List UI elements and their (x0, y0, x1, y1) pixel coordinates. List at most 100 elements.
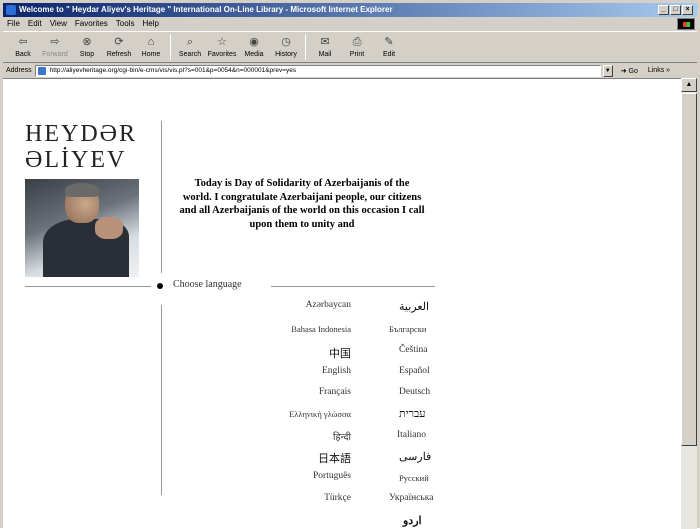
language-link-italiano[interactable]: Italiano (397, 430, 426, 440)
media-icon: ◉ (249, 36, 259, 48)
toolbar-separator (305, 34, 306, 60)
divider-vertical (161, 121, 162, 273)
address-url: http://aliyevheritage.org/cgi-bin/e-cms/… (49, 66, 297, 74)
edit-label: Edit (382, 51, 396, 58)
page-icon (37, 66, 46, 75)
menu-help[interactable]: Help (142, 18, 158, 30)
mail-button[interactable]: ✉ Mail (309, 32, 341, 59)
favorites-button[interactable]: ☆ Favorites (206, 32, 238, 59)
favorites-icon: ☆ (217, 36, 227, 48)
print-icon: ⎙ (352, 36, 362, 48)
language-link-urdu[interactable]: اردو (403, 514, 422, 527)
menu-bar: File Edit View Favorites Tools Help (3, 18, 697, 30)
media-button[interactable]: ◉ Media (238, 32, 270, 59)
scroll-thumb[interactable] (681, 93, 697, 446)
forward-button[interactable]: ⇨ Forward (39, 32, 71, 59)
language-link-deutsch[interactable]: Deutsch (399, 387, 430, 397)
history-label: History (275, 51, 297, 58)
history-icon: ◷ (281, 36, 291, 48)
mail-label: Mail (318, 51, 332, 58)
language-link-greek[interactable]: Ελληνική γλώσσα (191, 409, 351, 419)
language-link-arabic[interactable]: العربية (399, 300, 429, 313)
toolbar-separator (170, 34, 171, 60)
search-button[interactable]: ⌕ Search (174, 32, 206, 59)
stop-label: Stop (79, 51, 95, 58)
scroll-up-button[interactable]: ▲ (681, 78, 697, 92)
language-link-russian[interactable]: Русский (399, 473, 429, 483)
search-icon: ⌕ (186, 36, 194, 48)
back-label: Back (15, 51, 31, 58)
language-link-espanol[interactable]: Español (399, 366, 430, 376)
maximize-button[interactable]: □ (670, 5, 681, 15)
toolbar: ⇦ Back ⇨ Forward ⊗ Stop ⟳ Refresh ⌂ Home ⌕ Sea… (3, 31, 697, 63)
mail-icon: ✉ (320, 36, 330, 48)
language-link-turkce[interactable]: Türkçe (191, 493, 351, 503)
address-label: Address (6, 67, 32, 74)
refresh-label: Refresh (106, 51, 132, 58)
address-input[interactable]: http://aliyevheritage.org/cgi-bin/e-cms/… (34, 64, 601, 77)
language-link-azerbaycan[interactable]: Azərbaycan (191, 300, 351, 310)
home-label: Home (141, 51, 161, 58)
forward-label: Forward (42, 51, 68, 58)
menu-file[interactable]: File (7, 18, 20, 30)
language-link-portugues[interactable]: Português (191, 471, 351, 481)
address-bar: Address http://aliyevheritage.org/cgi-bi… (3, 64, 697, 77)
divider-vertical-lower (161, 305, 162, 495)
bullet-icon (157, 283, 163, 289)
refresh-icon: ⟳ (114, 36, 124, 48)
language-link-ukrainian[interactable]: Українська (389, 493, 433, 503)
language-link-japanese[interactable]: 日本語 (191, 450, 351, 466)
back-button[interactable]: ⇦ Back (7, 32, 39, 59)
print-button[interactable]: ⎙ Print (341, 32, 373, 59)
links-button[interactable]: Links » (648, 67, 670, 74)
close-button[interactable]: × (682, 5, 693, 15)
language-link-hindi[interactable]: हिन्दी (191, 430, 351, 443)
go-label: Go (628, 67, 638, 75)
portrait-hand (95, 217, 123, 239)
stop-button[interactable]: ⊗ Stop (71, 32, 103, 59)
language-link-bulgarian[interactable]: Български (389, 324, 426, 334)
logo-line-2: ƏLİYEV (25, 147, 127, 173)
logo-line-1: HEYDƏR (25, 121, 137, 147)
vertical-scrollbar[interactable]: ▲ (681, 78, 697, 529)
language-link-cestina[interactable]: Čeština (399, 345, 428, 355)
address-dropdown-button[interactable]: ▼ (602, 64, 613, 77)
portrait-image (25, 179, 139, 277)
language-link-hebrew[interactable]: עברית (399, 408, 426, 420)
language-link-chinese[interactable]: 中国 (191, 345, 351, 361)
language-link-farsi[interactable]: فارسی (399, 450, 431, 463)
page-content: HEYDƏR ƏLİYEV Today is Day of Solidarity… (3, 78, 681, 529)
browser-window: Welcome to " Heydar Aliyev's Heritage " … (0, 0, 700, 529)
forward-arrow-icon: ⇨ (50, 36, 60, 48)
home-icon: ⌂ (147, 36, 155, 48)
language-link-francais[interactable]: Français (191, 387, 351, 397)
favorites-label: Favorites (207, 51, 237, 58)
menu-edit[interactable]: Edit (28, 18, 42, 30)
edit-icon: ✎ (384, 36, 394, 48)
media-label: Media (244, 51, 264, 58)
print-label: Print (349, 51, 365, 58)
history-button[interactable]: ◷ History (270, 32, 302, 59)
menu-tools[interactable]: Tools (116, 18, 135, 30)
go-arrow-icon: ➜ (620, 67, 627, 75)
go-button[interactable]: ➜ Go (621, 67, 638, 75)
back-arrow-icon: ⇦ (18, 36, 28, 48)
window-title: Welcome to " Heydar Aliyev's Heritage " … (19, 5, 393, 14)
divider-horizontal-left (25, 286, 151, 287)
language-link-bahasa-indonesia[interactable]: Bahasa Indonesia (191, 324, 351, 334)
choose-language-label: Choose language (173, 279, 242, 290)
edit-button[interactable]: ✎ Edit (373, 32, 405, 59)
home-button[interactable]: ⌂ Home (135, 32, 167, 59)
stop-icon: ⊗ (82, 36, 92, 48)
window-controls: _ □ × (658, 5, 693, 15)
search-label: Search (178, 51, 202, 58)
minimize-button[interactable]: _ (658, 5, 669, 15)
menu-favorites[interactable]: Favorites (75, 18, 108, 30)
menu-view[interactable]: View (50, 18, 67, 30)
language-link-english[interactable]: English (191, 366, 351, 376)
divider-horizontal-right (271, 286, 435, 287)
windows-logo-icon (677, 18, 695, 30)
portrait-hair (65, 183, 99, 197)
refresh-button[interactable]: ⟳ Refresh (103, 32, 135, 59)
title-bar: Welcome to " Heydar Aliyev's Heritage " … (3, 3, 697, 17)
